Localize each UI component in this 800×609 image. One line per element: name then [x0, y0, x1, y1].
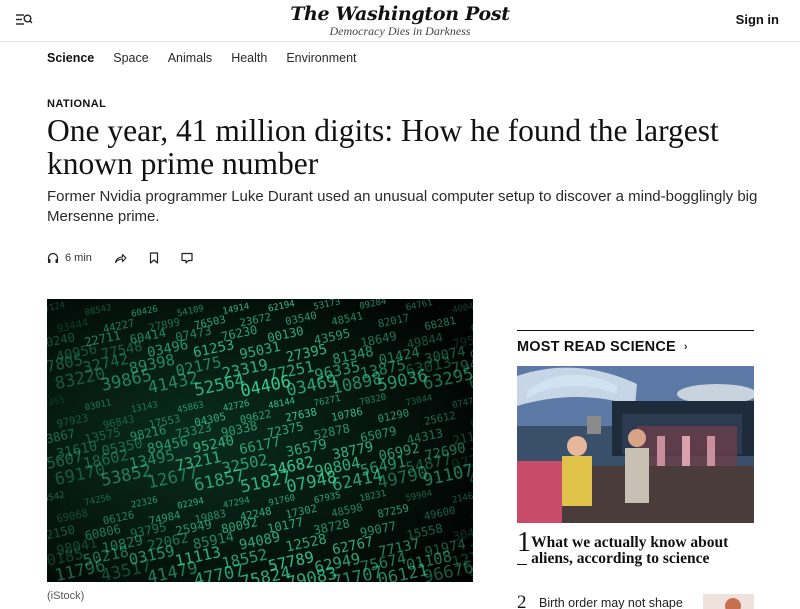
listen-button[interactable]: 6 min	[47, 252, 92, 264]
site-logo[interactable]: The Washington Post Democracy Dies in Da…	[0, 3, 800, 38]
image-caption: (iStock)	[47, 590, 85, 602]
logo-title: The Washington Post	[290, 3, 510, 25]
sign-in-button[interactable]: Sign in	[736, 12, 779, 27]
most-read-item-title[interactable]: Birth order may not shape	[539, 596, 683, 609]
most-read-item-1[interactable]: 1 What we actually know about aliens, ac…	[517, 529, 754, 567]
bookmark-icon	[149, 252, 159, 264]
article-kicker[interactable]: NATIONAL	[47, 98, 106, 110]
most-read-lead-image[interactable]	[517, 366, 754, 523]
rank-underline	[517, 564, 527, 565]
rank-number: 2	[517, 592, 527, 609]
nav-item-space[interactable]: Space	[113, 51, 148, 65]
digits-illustration: 45124 08542 60426 54109 14914 62194 53173 09284…	[47, 299, 473, 582]
comment-icon	[181, 252, 193, 264]
nav-item-science[interactable]: Science	[47, 51, 94, 65]
lead-image-digits: 45124 08542 60426 54109 14914 62194 53173 09284…	[47, 299, 473, 582]
museum-photo	[517, 366, 754, 523]
nav-item-animals[interactable]: Animals	[168, 51, 212, 65]
most-read-module: MOST READ SCIENCE › 1 What we actually k…	[517, 330, 754, 609]
nav-item-health[interactable]: Health	[231, 51, 267, 65]
nav-item-environment[interactable]: Environment	[286, 51, 356, 65]
chevron-right-icon: ›	[683, 341, 688, 353]
most-read-title: MOST READ SCIENCE	[517, 339, 676, 355]
article-headline: One year, 41 million digits: How he foun…	[47, 113, 719, 181]
headphones-icon	[47, 252, 59, 264]
article-dek: Former Nvidia programmer Luke Durant use…	[47, 188, 758, 225]
bookmark-button[interactable]	[149, 252, 159, 264]
rank-number: 1	[517, 527, 531, 558]
most-read-header[interactable]: MOST READ SCIENCE ›	[517, 339, 754, 355]
logo-tagline: Democracy Dies in Darkness	[329, 24, 471, 38]
listen-duration: 6 min	[65, 252, 92, 264]
most-read-item-title[interactable]: What we actually know about aliens, acco…	[531, 535, 754, 567]
section-nav: Science Space Animals Health Environment	[47, 51, 376, 65]
share-icon	[114, 252, 127, 264]
share-button[interactable]	[114, 252, 127, 264]
comment-button[interactable]	[181, 252, 193, 264]
top-bar: The Washington Post Democracy Dies in Da…	[0, 0, 800, 42]
article-tools: 6 min	[47, 252, 193, 264]
most-read-item-2-thumbnail[interactable]	[703, 594, 754, 609]
